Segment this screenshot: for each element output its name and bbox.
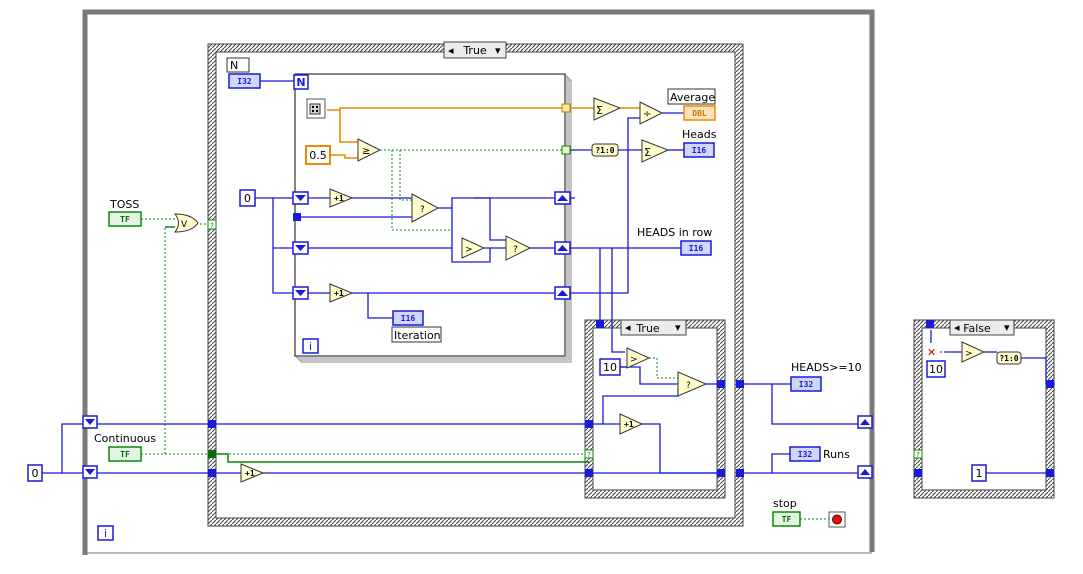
svg-text:?: ?	[513, 245, 518, 255]
runs-indicator: I32 Runs	[789, 446, 850, 462]
svg-text:Σ: Σ	[596, 104, 603, 117]
false-case-selector[interactable]: ◂ False ▾	[949, 319, 1015, 336]
svg-text:▾: ▾	[1004, 321, 1010, 334]
bool-to-int-node[interactable]: ?1:0	[591, 143, 619, 157]
svg-text:TF: TF	[120, 450, 130, 459]
svg-text:▾: ▾	[675, 321, 681, 334]
for-shift-register-right-3	[554, 286, 571, 300]
outer-case-value: True	[462, 44, 487, 57]
stop-condition-terminal-icon	[828, 511, 846, 528]
svg-text:>: >	[465, 245, 473, 255]
toss-control[interactable]: TOSS TF	[108, 198, 142, 227]
n-control-label: N	[230, 59, 238, 72]
svg-text:I32: I32	[799, 380, 814, 389]
for-loop-count-terminal: N	[293, 74, 309, 90]
svg-text:?: ?	[686, 381, 691, 391]
heads-indicator: Heads I16	[682, 128, 717, 158]
outer-case-dropdown-arrow[interactable]: ▾	[495, 44, 501, 57]
svg-text:?: ?	[210, 222, 214, 230]
svg-text:+1: +1	[334, 194, 344, 203]
for-shift-register-left-1	[292, 191, 309, 205]
runs-label: Runs	[823, 448, 850, 461]
or-gate-node[interactable]: V	[173, 213, 199, 233]
constant-one[interactable]: 1	[971, 464, 987, 482]
outer-case-selector[interactable]: ◂ True ▾	[443, 41, 507, 59]
false-case-value: False	[963, 322, 991, 335]
svg-text:V: V	[181, 220, 188, 230]
svg-text:0: 0	[32, 467, 39, 480]
iteration-label: Iteration	[394, 329, 441, 342]
average-label: Average	[670, 91, 715, 104]
svg-text:N: N	[296, 76, 305, 89]
inner-case-value: True	[635, 322, 660, 335]
svg-text:?: ?	[587, 451, 591, 459]
outer-iteration-terminal: i	[97, 525, 114, 541]
stop-label: stop	[773, 497, 797, 510]
continuous-control[interactable]: Continuous TF	[94, 432, 156, 462]
svg-text:0.5: 0.5	[309, 149, 327, 162]
constant-ten-a[interactable]: 10	[599, 358, 621, 376]
outer-iteration-label: i	[104, 527, 107, 540]
continuous-label: Continuous	[94, 432, 156, 445]
svg-text:I16: I16	[689, 244, 704, 253]
heads-label: Heads	[682, 128, 717, 141]
svg-text:+1: +1	[245, 469, 255, 478]
shift-register-left-2	[82, 465, 98, 479]
constant-init-zero[interactable]: 0	[27, 464, 43, 482]
for-loop[interactable]	[294, 73, 572, 363]
svg-text:0: 0	[244, 192, 251, 205]
svg-text:I16: I16	[401, 314, 416, 323]
svg-text:◂: ◂	[625, 321, 631, 334]
svg-text:≥: ≥	[362, 146, 370, 157]
svg-text:I16: I16	[692, 146, 707, 155]
svg-text:◂: ◂	[954, 321, 960, 334]
svg-text:I32: I32	[237, 77, 252, 86]
svg-text:✕: ✕	[927, 346, 936, 359]
for-shift-register-left-2	[292, 241, 309, 255]
svg-text:?1:0: ?1:0	[595, 146, 614, 155]
heads-in-row-label: HEADS in row	[637, 226, 712, 239]
svg-text:DBL: DBL	[692, 109, 707, 118]
constant-counter-zero[interactable]: 0	[239, 189, 256, 207]
shift-register-right-1	[857, 415, 873, 429]
shift-register-left-1	[82, 415, 98, 429]
toss-label: TOSS	[109, 198, 139, 211]
stop-control[interactable]: stop TF	[772, 497, 801, 527]
for-shift-register-right-1	[554, 191, 571, 205]
svg-text:TF: TF	[782, 515, 792, 524]
svg-text:+1: +1	[624, 420, 634, 429]
constant-threshold-half[interactable]: 0.5	[305, 145, 331, 165]
svg-text:10: 10	[929, 363, 943, 376]
for-shift-register-right-2	[554, 241, 571, 255]
for-loop-iteration-terminal: i	[302, 338, 319, 354]
svg-text:>: >	[630, 355, 638, 365]
heads-ge-10-indicator: HEADS>=10 I32	[790, 361, 862, 392]
svg-text:?1:0: ?1:0	[999, 354, 1018, 363]
bool-to-int-node-false-case[interactable]: ?1:0	[996, 351, 1022, 365]
svg-text:?: ?	[420, 205, 425, 215]
svg-text:÷: ÷	[643, 109, 651, 120]
svg-text:+1: +1	[334, 289, 344, 298]
svg-text:TF: TF	[120, 215, 130, 224]
svg-text:I32: I32	[798, 450, 813, 459]
random-number-dice-icon[interactable]	[306, 98, 326, 119]
constant-ten-b[interactable]: 10	[926, 360, 946, 378]
inner-case-selector[interactable]: ◂ True ▾	[620, 319, 687, 336]
svg-text:?: ?	[916, 451, 920, 459]
svg-text:1: 1	[976, 467, 983, 480]
for-shift-register-left-3	[292, 286, 309, 300]
svg-text:10: 10	[603, 361, 617, 374]
svg-text:Σ: Σ	[644, 146, 651, 159]
block-diagram: i ◂ True ▾ N i ◂ True ▾ ◂ False ▾ ? ? ? …	[27, 9, 1055, 555]
svg-text:>: >	[965, 349, 973, 359]
inner-case-structure[interactable]	[584, 319, 726, 499]
heads-ge-10-label: HEADS>=10	[791, 361, 862, 374]
outer-case-prev-arrow[interactable]: ◂	[448, 44, 454, 57]
svg-text:i: i	[309, 340, 312, 353]
shift-register-right-2	[857, 465, 873, 479]
